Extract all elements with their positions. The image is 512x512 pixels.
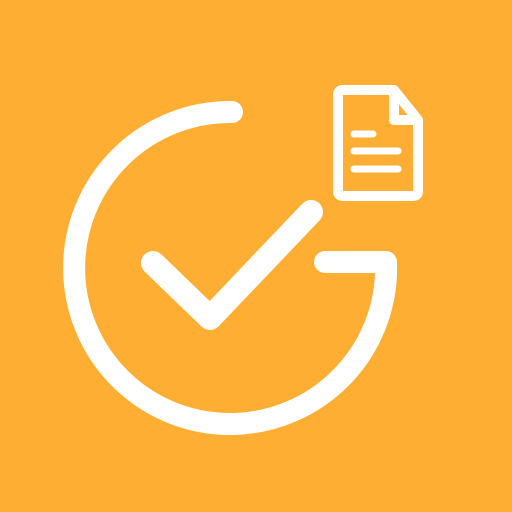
checkmark-icon <box>141 200 323 330</box>
app-icon <box>0 0 512 512</box>
document-icon <box>333 85 423 201</box>
app-icon-graphic <box>63 85 423 435</box>
